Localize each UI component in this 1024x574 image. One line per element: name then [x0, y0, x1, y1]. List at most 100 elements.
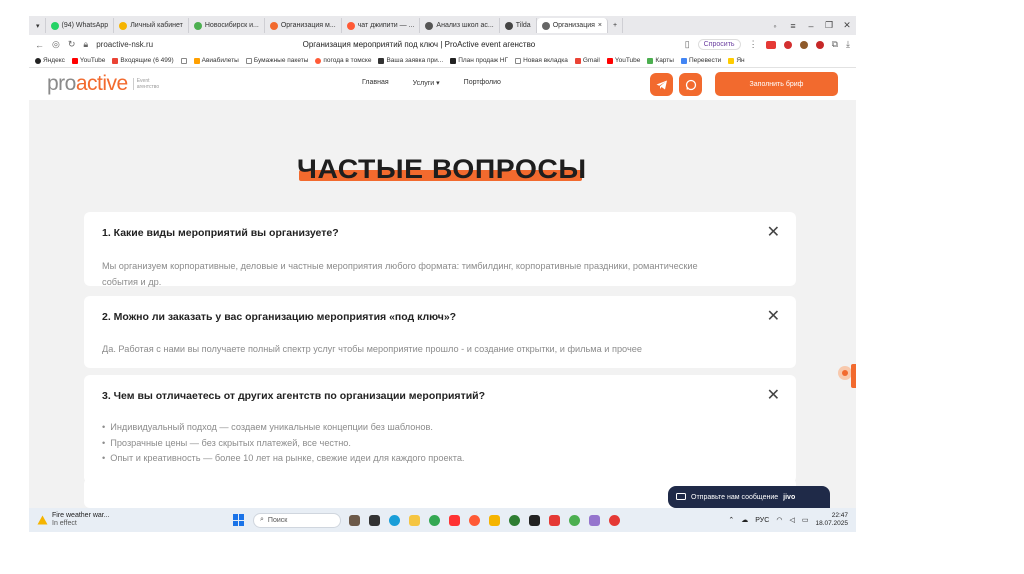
back-icon[interactable]: ←	[35, 40, 44, 50]
battery-icon[interactable]: ▭	[802, 516, 809, 524]
close-icon[interactable]: ✕	[767, 385, 780, 405]
yandex-icon[interactable]	[469, 514, 480, 526]
bookmark-item[interactable]: Карты	[647, 57, 674, 64]
bookmark-label: Яндекс	[43, 57, 65, 64]
app-icon[interactable]	[529, 514, 540, 526]
youtube-icon	[71, 57, 78, 64]
map-pin-icon	[647, 57, 654, 64]
bookmark-item[interactable]: Ян	[728, 57, 745, 64]
tab-group-button[interactable]: ▾	[31, 18, 46, 33]
bookmark-item[interactable]: Авиабилеты	[193, 57, 239, 64]
weather-widget[interactable]: Fire weather war... In effect	[29, 512, 229, 528]
faq-item[interactable]: 3. Чем вы отличаетесь от других агентств…	[84, 375, 796, 483]
tab-label: Анализ школ ас...	[436, 22, 494, 29]
whatsapp-icon	[50, 21, 59, 30]
bookmark-label: Бумажные пакеты	[253, 57, 309, 64]
browser-tab[interactable]: (94) WhatsApp	[46, 18, 115, 33]
browser-tab[interactable]: Организация м...	[265, 18, 342, 33]
windows-start-icon[interactable]	[233, 514, 245, 526]
faq-item[interactable]: 1. Какие виды мероприятий вы организуете…	[84, 212, 796, 287]
bookmark-item[interactable]: Бумажные пакеты	[245, 57, 309, 64]
site-logo[interactable]: proactive	[47, 72, 128, 96]
music-icon[interactable]	[489, 514, 500, 526]
nav-home-link[interactable]: Главная	[362, 79, 389, 87]
bookmark-item[interactable]: Ваша заявка при...	[378, 57, 443, 64]
restore-icon[interactable]: ❐	[820, 20, 838, 31]
app-icon[interactable]	[569, 514, 580, 526]
nav-portfolio-link[interactable]: Портфолио	[464, 79, 501, 87]
yandex-icon[interactable]: ◎	[52, 39, 60, 50]
bookmark-item[interactable]: Gmail	[574, 57, 600, 64]
bookmark-item[interactable]: План продаж НГ	[450, 57, 508, 64]
download-icon[interactable]: ⤓	[846, 39, 850, 50]
volume-icon[interactable]: ◁	[789, 516, 794, 524]
list-item: Индивидуальный подход — создаем уникальн…	[102, 420, 774, 436]
tab-favicon-icon	[425, 21, 434, 30]
bookmark-icon[interactable]: ▯	[685, 39, 690, 50]
menu-icon[interactable]: ≡	[784, 21, 802, 31]
file-explorer-icon[interactable]	[409, 514, 420, 526]
faq-question: 2. Можно ли заказать у вас организацию м…	[102, 311, 457, 323]
nav-services-link[interactable]: Услуги ▾	[413, 79, 440, 87]
bookmark-item[interactable]	[180, 57, 187, 64]
bookmark-item[interactable]: Новая вкладка	[515, 57, 568, 64]
whatsapp-button[interactable]	[679, 73, 702, 96]
chevron-up-icon[interactable]: ⌃	[728, 516, 734, 524]
chrome-icon[interactable]	[429, 514, 440, 526]
app-icon[interactable]	[609, 514, 620, 526]
bookmark-item[interactable]: YouTube	[606, 57, 640, 64]
weather-subtitle: In effect	[52, 520, 77, 527]
side-tab[interactable]	[851, 364, 856, 388]
yandex-browser-icon[interactable]	[449, 514, 460, 526]
bookmark-item[interactable]: YouTube	[71, 57, 105, 64]
minimize-icon[interactable]: –	[802, 21, 820, 31]
search-placeholder: Поиск	[267, 516, 288, 524]
wifi-icon[interactable]: ◠	[776, 516, 782, 524]
faq-item[interactable]: 2. Можно ли заказать у вас организацию м…	[84, 296, 796, 368]
browser-tab-strip: ▾ (94) WhatsApp Личный кабинет Новосибир…	[29, 16, 856, 35]
language-indicator[interactable]: РУС	[755, 517, 769, 524]
extensions-icon[interactable]: ⧉	[832, 39, 838, 50]
url-field[interactable]: proactive-nsk.ru	[96, 40, 153, 49]
browser-tab[interactable]: Анализ школ ас...	[420, 18, 500, 33]
close-tab-icon[interactable]: ×	[598, 22, 602, 29]
bookmark-item[interactable]: Перевести	[680, 57, 721, 64]
bookmark-item[interactable]: Яндекс	[35, 57, 65, 64]
close-window-icon[interactable]: ✕	[838, 20, 856, 31]
ask-button[interactable]: Спросить	[697, 39, 741, 50]
bookmark-item[interactable]: Входящие (6 499)	[112, 57, 174, 64]
more-icon[interactable]: ⋮	[749, 39, 758, 50]
cloud-icon[interactable]: ☁	[741, 516, 748, 524]
taskbar-search[interactable]: ⌕ Поиск	[253, 512, 341, 528]
bookmark-item[interactable]: погода в томске	[315, 57, 371, 64]
new-tab-button[interactable]: +	[608, 18, 624, 33]
profile-icon[interactable]: ◦	[766, 21, 784, 31]
browser-tab[interactable]: Личный кабинет	[114, 18, 189, 33]
tab-label: чат джипити — ...	[357, 22, 415, 29]
app-icon[interactable]	[509, 514, 520, 526]
browser-tab[interactable]: Tilda	[500, 18, 537, 33]
app-icon[interactable]	[589, 514, 600, 526]
clock[interactable]: 22:47 18.07.2025	[815, 512, 848, 528]
scroll-indicator[interactable]	[838, 366, 852, 380]
extension-icon[interactable]	[799, 40, 808, 49]
youtube-icon[interactable]	[765, 40, 776, 49]
app-icon[interactable]	[549, 514, 560, 526]
widgets-icon[interactable]	[349, 514, 360, 526]
extension-icon[interactable]	[815, 40, 824, 49]
telegram-button[interactable]	[650, 73, 673, 96]
fill-brief-button[interactable]: Заполнить бриф	[715, 72, 838, 96]
chat-widget[interactable]: Отправьте нам сообщение jivo	[668, 486, 830, 508]
browser-tab[interactable]: Новосибирск и...	[189, 18, 265, 33]
tab-label: Tilda	[515, 22, 531, 29]
task-view-icon[interactable]	[369, 514, 380, 526]
extension-icon[interactable]	[783, 40, 792, 49]
browser-tab[interactable]: чат джипити — ...	[342, 18, 421, 33]
reload-icon[interactable]: ↻	[68, 39, 76, 50]
tab-label: Личный кабинет	[130, 22, 183, 29]
browser-tab-active[interactable]: Организация ×	[536, 18, 608, 33]
close-icon[interactable]: ✕	[767, 306, 780, 326]
edge-icon[interactable]	[389, 514, 400, 526]
faq-answer: Мы организуем корпоративные, деловые и ч…	[102, 259, 774, 290]
close-icon[interactable]: ✕	[767, 222, 780, 242]
